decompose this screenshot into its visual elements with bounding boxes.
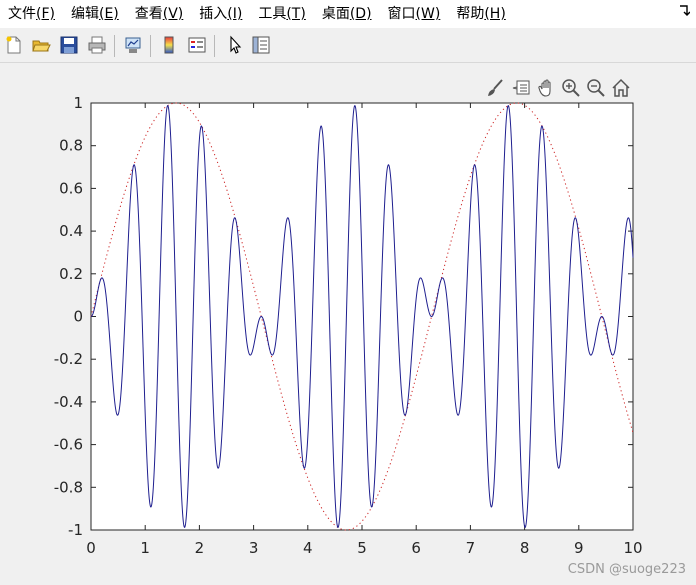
x-tick-label: 10 bbox=[623, 539, 642, 557]
y-tick-label: 0 bbox=[73, 308, 83, 326]
x-tick-label: 8 bbox=[520, 539, 530, 557]
y-tick-label: -0.8 bbox=[54, 478, 83, 496]
y-tick-label: 1 bbox=[73, 94, 83, 112]
x-tick-label: 7 bbox=[466, 539, 476, 557]
y-tick-label: -1 bbox=[68, 521, 83, 539]
x-tick-label: 1 bbox=[140, 539, 150, 557]
line-chart: 0 1 2 3 4 5 6 7 8 9 10 1 0.8 0.6 0.4 0.2 0 -0.2 -0.4 -0.6 -0… bbox=[54, 94, 643, 557]
y-tick-label: 0.6 bbox=[59, 179, 83, 197]
y-tick-label: 0.4 bbox=[59, 222, 83, 240]
x-tick-label: 6 bbox=[411, 539, 421, 557]
x-tick-label: 4 bbox=[303, 539, 313, 557]
y-tick-label: 0.2 bbox=[59, 265, 83, 283]
x-tick-label: 9 bbox=[574, 539, 584, 557]
y-tick-label: 0.8 bbox=[59, 137, 83, 155]
x-tick-label: 3 bbox=[249, 539, 259, 557]
y-tick-label: -0.6 bbox=[54, 436, 83, 454]
x-tick-label: 5 bbox=[357, 539, 367, 557]
x-tick-label: 0 bbox=[86, 539, 96, 557]
x-tick-label: 2 bbox=[195, 539, 205, 557]
y-tick-label: -0.2 bbox=[54, 350, 83, 368]
y-tick-label: -0.4 bbox=[54, 393, 83, 411]
watermark-text: CSDN @suoge223 bbox=[567, 562, 686, 577]
